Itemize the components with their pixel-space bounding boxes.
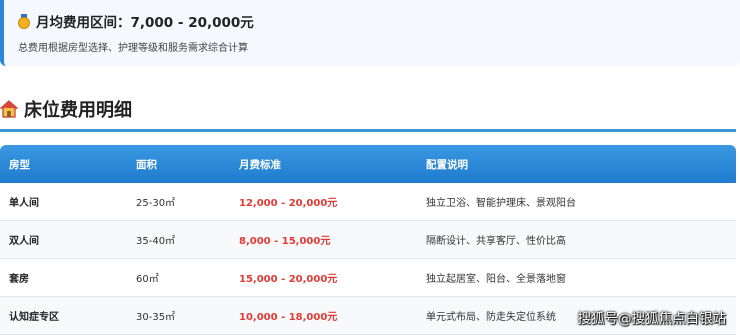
header-area: 面积 [136, 158, 157, 171]
cell-config: 独立起居室、阳台、全景落地窗 [417, 258, 736, 297]
table-header-row: 房型 面积 月费标准 配置说明 [0, 145, 736, 183]
table-row: 单人间 25-30㎡ 12,000 - 20,000元 独立卫浴、智能护理床、景… [0, 183, 736, 221]
cell-config: 独立卫浴、智能护理床、景观阳台 [417, 183, 736, 221]
watermark: 搜狐号@搜狐焦点白银站 [577, 311, 727, 327]
fee-summary-box: 月均费用区间：7,000 - 20,000元 总费用根据房型选择、护理等级和服务… [0, 0, 740, 66]
table-row: 双人间 35-40㎡ 8,000 - 15,000元 隔断设计、共享客厅、性价比… [0, 220, 736, 259]
section-title: 床位费用明细 [24, 100, 132, 121]
cell-monthly-fee: 8,000 - 15,000元 [230, 220, 417, 259]
house-icon [0, 100, 18, 118]
cell-area: 35-40㎡ [127, 220, 230, 259]
cell-config: 隔断设计、共享客厅、性价比高 [417, 220, 736, 259]
header-monthly-fee: 月费标准 [239, 158, 281, 171]
cell-room-type: 单人间 [0, 183, 127, 221]
cell-area: 60㎡ [127, 258, 230, 297]
cell-room-type: 套房 [0, 258, 127, 297]
money-medal-icon [18, 14, 30, 29]
header-room-type: 房型 [9, 158, 30, 171]
table-row: 套房 60㎡ 15,000 - 20,000元 独立起居室、阳台、全景落地窗 [0, 258, 736, 297]
section-header: 床位费用明细 [0, 96, 132, 122]
cell-monthly-fee: 12,000 - 20,000元 [230, 183, 417, 221]
cell-monthly-fee: 15,000 - 20,000元 [230, 258, 417, 297]
fee-range-line: 月均费用区间：7,000 - 20,000元 [18, 11, 254, 31]
section-divider [0, 129, 736, 132]
cell-monthly-fee: 10,000 - 18,000元 [230, 296, 417, 335]
header-config: 配置说明 [426, 158, 468, 171]
fee-range-text: 月均费用区间：7,000 - 20,000元 [36, 15, 254, 31]
cell-room-type: 认知症专区 [0, 296, 127, 335]
cell-area: 30-35㎡ [127, 296, 230, 335]
fee-note: 总费用根据房型选择、护理等级和服务需求综合计算 [18, 43, 248, 54]
cell-area: 25-30㎡ [127, 183, 230, 221]
cell-room-type: 双人间 [0, 220, 127, 259]
